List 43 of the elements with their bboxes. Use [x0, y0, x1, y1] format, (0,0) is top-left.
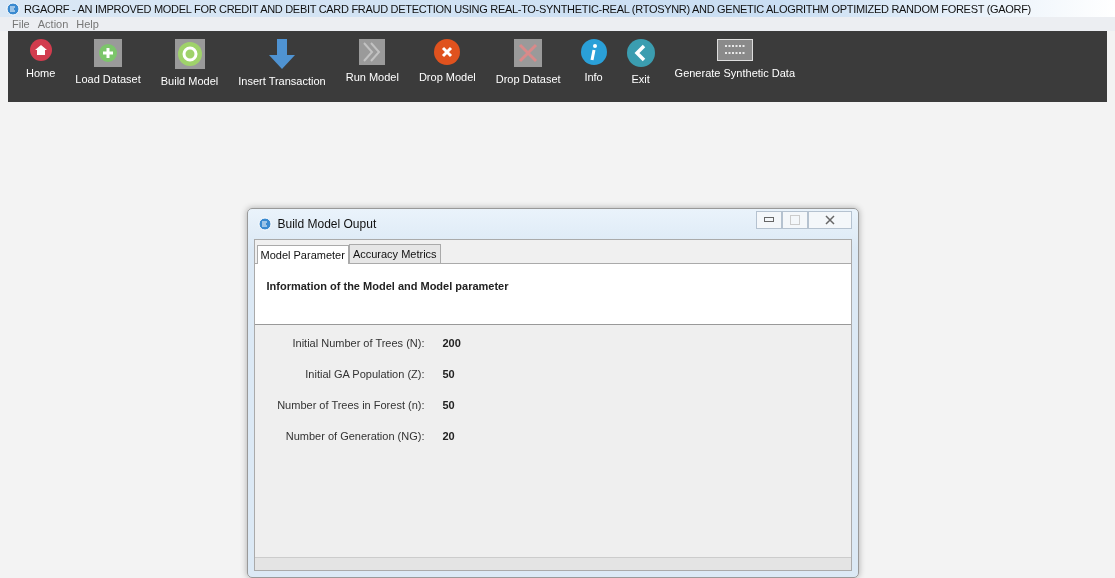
close-circle-icon	[434, 39, 461, 66]
back-chevron-icon	[626, 39, 655, 68]
maximize-icon	[789, 215, 800, 225]
toolbar-button[interactable]: Generate Synthetic Data	[664, 39, 806, 100]
close-icon	[824, 215, 835, 225]
info-icon	[580, 39, 607, 66]
toolbar-button[interactable]: Insert Transaction	[228, 39, 336, 100]
dialog-title: Build Model Ouput	[277, 217, 377, 231]
toolbar-button[interactable]: Drop Dataset	[485, 39, 571, 100]
parameter-label: Initial Number of Trees (N):	[292, 337, 425, 349]
tab[interactable]: Accuracy Metrics	[348, 244, 441, 263]
toolbar-button[interactable]: Home	[16, 39, 66, 100]
parameter-value: 50	[442, 368, 456, 380]
plus-icon	[94, 39, 123, 68]
minimize-icon	[763, 217, 774, 223]
menu-item[interactable]: File	[12, 18, 30, 31]
home-icon	[29, 39, 52, 62]
window-title: RGAORF - AN IMPROVED MODEL FOR CREDIT AND DEBIT CARD FRAUD DETECTION USING REAL-TO-SYNTHETIC-REAL (RTOSYNR) AND GENETIC ALOGRITHM OPTIMIZED RANDOM FOREST (GAORF)	[24, 2, 1031, 15]
binary-data-icon	[716, 39, 753, 62]
close-square-icon	[514, 39, 543, 68]
parameter-label: Number of Trees in Forest (n):	[277, 399, 425, 411]
close-button[interactable]	[807, 211, 852, 229]
toolbar-button[interactable]: Build Model	[150, 39, 229, 100]
toolbar-button[interactable]: Load Dataset	[65, 39, 151, 100]
app-globe-icon	[257, 217, 272, 231]
down-arrow-icon	[269, 39, 295, 70]
double-chevron-icon	[359, 39, 386, 66]
ring-icon	[174, 39, 205, 70]
minimize-button[interactable]	[755, 211, 782, 229]
toolbar-button[interactable]: Drop Model	[408, 39, 486, 100]
parameter-value: 20	[442, 430, 456, 442]
parameter-value: 50	[442, 399, 456, 411]
toolbar-button[interactable]: Run Model	[335, 39, 409, 100]
toolbar-button[interactable]: Exit	[616, 39, 665, 100]
app-globe-icon	[6, 1, 20, 16]
menu-item[interactable]: Help	[76, 18, 99, 31]
parameter-label: Number of Generation (NG):	[285, 430, 425, 442]
parameter-value: 200	[442, 337, 461, 349]
toolbar-button[interactable]: Info	[570, 39, 617, 100]
panel-heading: Information of the Model and Model parameter	[266, 280, 509, 292]
tab[interactable]: Model Parameter	[256, 245, 349, 264]
parameter-label: Initial GA Population (Z):	[305, 368, 425, 380]
menu-item[interactable]: Action	[37, 18, 69, 31]
